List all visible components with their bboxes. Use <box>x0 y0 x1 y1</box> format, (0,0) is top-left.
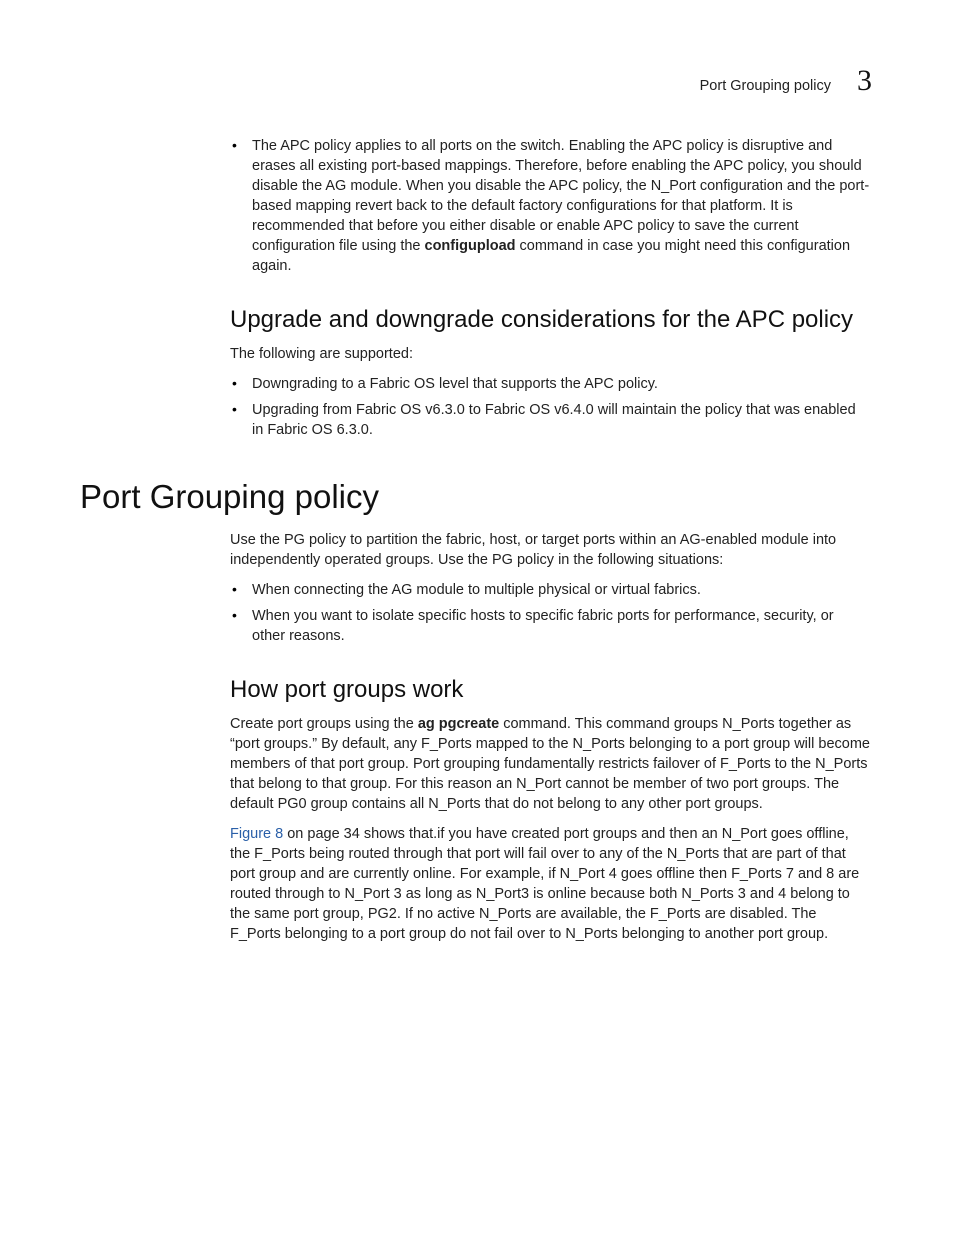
list-item: Upgrading from Fabric OS v6.3.0 to Fabri… <box>230 400 870 440</box>
inline-command: pgcreate <box>439 716 499 732</box>
body-text: When you want to isolate specific hosts … <box>252 608 834 644</box>
list-item: When you want to isolate specific hosts … <box>230 606 870 646</box>
running-head-title: Port Grouping policy <box>700 78 831 94</box>
body-text: When connecting the AG module to multipl… <box>252 582 701 598</box>
body-text: The following are supported: <box>230 344 870 364</box>
body-text: Use the PG policy to partition the fabri… <box>230 530 870 570</box>
apc-policy-list: The APC policy applies to all ports on t… <box>230 136 870 276</box>
heading-port-grouping-policy: Port Grouping policy <box>80 478 870 516</box>
body-text: Downgrading to a Fabric OS level that su… <box>252 376 658 392</box>
list-item: Downgrading to a Fabric OS level that su… <box>230 374 870 394</box>
body-text: Upgrading from Fabric OS v6.3.0 to Fabri… <box>252 402 856 438</box>
pg-situations-list: When connecting the AG module to multipl… <box>230 580 870 646</box>
body-text: on page 34 shows that.if you have create… <box>230 826 859 942</box>
heading-upgrade-downgrade: Upgrade and downgrade considerations for… <box>230 306 870 334</box>
body-text: Create port groups using the ag pgcreate… <box>230 714 870 814</box>
body-text: The APC policy applies to all ports on t… <box>252 138 869 254</box>
upgrade-list: Downgrading to a Fabric OS level that su… <box>230 374 870 440</box>
inline-command: configupload <box>425 238 516 254</box>
body-text: Figure 8 on page 34 shows that.if you ha… <box>230 824 870 944</box>
chapter-number: 3 <box>857 64 872 98</box>
inline-command: ag <box>418 716 435 732</box>
page: Port Grouping policy 3 The APC policy ap… <box>0 0 954 1235</box>
running-head: Port Grouping policy 3 <box>700 64 872 98</box>
list-item: The APC policy applies to all ports on t… <box>230 136 870 276</box>
heading-how-port-groups-work: How port groups work <box>230 676 870 704</box>
figure-link[interactable]: Figure 8 <box>230 826 283 842</box>
list-item: When connecting the AG module to multipl… <box>230 580 870 600</box>
body-text: Create port groups using the <box>230 716 418 732</box>
content: The APC policy applies to all ports on t… <box>230 60 870 944</box>
